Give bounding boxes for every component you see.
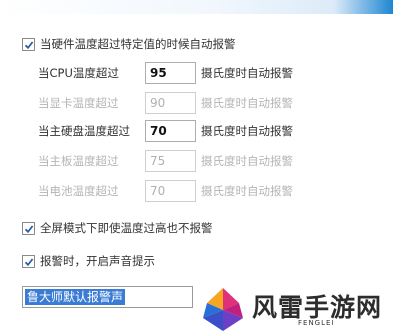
battery-threshold-row: 当电池温度超过 70 摄氏度时自动报警 (38, 180, 293, 202)
auto-alarm-option[interactable]: 当硬件温度超过特定值的时候自动报警 (22, 36, 236, 52)
battery-threshold-label: 当电池温度超过 (38, 184, 119, 198)
alarm-sound-select[interactable]: 鲁大师默认报警声 (22, 286, 193, 308)
gpu-threshold-label: 当显卡温度超过 (38, 96, 119, 110)
cpu-threshold-input[interactable]: 95 (145, 62, 196, 84)
gpu-threshold-row: 当显卡温度超过 90 摄氏度时自动报警 (38, 92, 293, 114)
sound-alert-label: 报警时，开启声音提示 (40, 254, 155, 268)
checkmark-icon (24, 257, 34, 266)
cpu-threshold-label: 当CPU温度超过 (38, 66, 119, 80)
alarm-sound-value: 鲁大师默认报警声 (25, 289, 126, 305)
sound-alert-option[interactable]: 报警时，开启声音提示 (22, 253, 155, 269)
mainboard-threshold-label: 当主板温度超过 (38, 154, 119, 168)
mainboard-threshold-input: 75 (145, 150, 196, 172)
cpu-threshold-unit: 摄氏度时自动报警 (201, 66, 293, 80)
battery-threshold-input: 70 (145, 180, 196, 202)
watermark: 风雷手游网 FENGLEI (196, 285, 393, 334)
auto-alarm-checkbox[interactable] (22, 37, 35, 51)
gpu-threshold-input: 90 (145, 92, 196, 114)
watermark-subtitle: FENGLEI (298, 319, 335, 327)
fullscreen-no-alarm-label: 全屏模式下即使温度过高也不报警 (40, 221, 213, 235)
fullscreen-no-alarm-checkbox[interactable] (22, 221, 35, 235)
mainboard-threshold-unit: 摄氏度时自动报警 (201, 154, 293, 168)
battery-threshold-unit: 摄氏度时自动报警 (201, 184, 293, 198)
window-title-strip (0, 0, 393, 14)
disk-threshold-input[interactable]: 70 (145, 120, 196, 142)
gpu-threshold-unit: 摄氏度时自动报警 (201, 96, 293, 110)
disk-threshold-label: 当主硬盘温度超过 (38, 124, 130, 138)
disk-threshold-row: 当主硬盘温度超过 70 摄氏度时自动报警 (38, 120, 293, 142)
disk-threshold-unit: 摄氏度时自动报警 (201, 124, 293, 138)
checkmark-icon (24, 40, 34, 49)
sound-alert-checkbox[interactable] (22, 254, 35, 268)
checkmark-icon (24, 224, 34, 233)
fullscreen-no-alarm-option[interactable]: 全屏模式下即使温度过高也不报警 (22, 220, 213, 236)
auto-alarm-label: 当硬件温度超过特定值的时候自动报警 (40, 37, 236, 51)
fenglei-logo-icon (203, 288, 243, 331)
cpu-threshold-row: 当CPU温度超过 95 摄氏度时自动报警 (38, 62, 293, 84)
mainboard-threshold-row: 当主板温度超过 75 摄氏度时自动报警 (38, 150, 293, 172)
